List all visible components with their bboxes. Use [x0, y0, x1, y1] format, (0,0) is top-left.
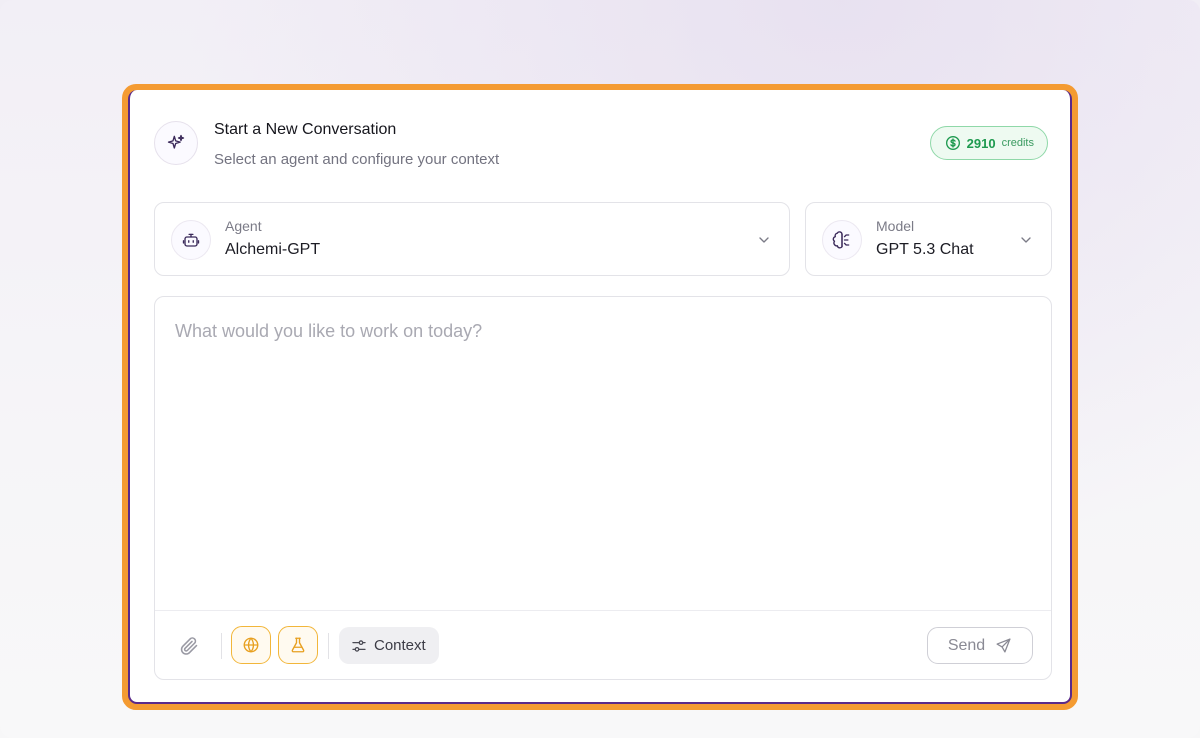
- paperclip-icon[interactable]: [179, 636, 199, 656]
- model-selector[interactable]: Model GPT 5.3 Chat: [805, 202, 1052, 276]
- brain-icon: [822, 220, 862, 260]
- context-button[interactable]: Context: [339, 627, 439, 664]
- sparkles-icon: [154, 121, 198, 165]
- page-title: Start a New Conversation: [214, 121, 397, 138]
- dollar-circle-icon: [945, 136, 960, 150]
- model-label: Model: [876, 218, 915, 234]
- toolbar-divider: [328, 633, 329, 659]
- new-conversation-card: Start a New Conversation Select an agent…: [128, 90, 1072, 704]
- agent-selector[interactable]: Agent Alchemi-GPT: [154, 202, 790, 276]
- agent-value: Alchemi-GPT: [225, 241, 321, 258]
- sliders-icon: [352, 639, 366, 652]
- chevron-down-icon: [759, 237, 769, 243]
- chevron-down-icon: [1021, 237, 1031, 243]
- model-value: GPT 5.3 Chat: [876, 241, 974, 258]
- credits-amount: 2910: [966, 135, 996, 151]
- message-composer: Context Send: [154, 296, 1052, 680]
- composer-toolbar: Context Send: [155, 610, 1051, 679]
- send-button[interactable]: Send: [927, 627, 1033, 664]
- globe-icon: [243, 637, 259, 653]
- send-label: Send: [947, 636, 986, 654]
- research-toggle[interactable]: [278, 626, 318, 664]
- credits-label: credits: [1001, 137, 1034, 149]
- flask-icon: [291, 637, 305, 653]
- send-icon: [996, 638, 1011, 653]
- web-search-toggle[interactable]: [231, 626, 271, 664]
- page-subtitle: Select an agent and configure your conte…: [214, 151, 500, 168]
- context-label: Context: [374, 637, 426, 654]
- agent-label: Agent: [225, 218, 262, 234]
- bot-icon: [171, 220, 211, 260]
- credits-badge: 2910 credits: [929, 126, 1048, 160]
- message-input[interactable]: [155, 297, 1051, 609]
- toolbar-divider: [221, 633, 222, 659]
